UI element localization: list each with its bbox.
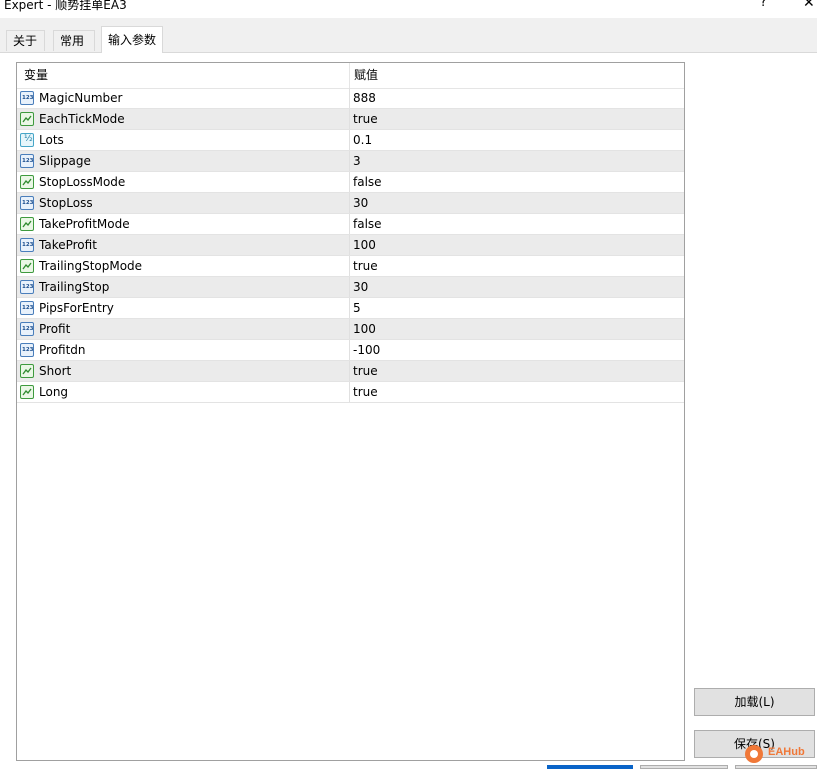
parameter-value[interactable]: -100 xyxy=(353,340,380,360)
load-button[interactable]: 加载(L) xyxy=(694,688,815,716)
parameter-name: TrailingStopMode xyxy=(39,259,143,273)
table-row[interactable]: Profit 100 xyxy=(17,319,684,340)
parameter-value[interactable]: 100 xyxy=(353,319,376,339)
table-row[interactable]: Slippage 3 xyxy=(17,151,684,172)
cell-divider xyxy=(349,193,350,213)
grid-header: 变量 赋值 xyxy=(17,63,684,89)
parameter-value[interactable]: true xyxy=(353,361,378,381)
cell-divider xyxy=(349,214,350,234)
parameter-value[interactable]: 0.1 xyxy=(353,130,372,150)
parameter-name: Profit xyxy=(39,322,71,336)
tab-inputs[interactable]: 输入参数 xyxy=(101,26,163,53)
table-row[interactable]: TrailingStop 30 xyxy=(17,277,684,298)
watermark-text: EAHub xyxy=(768,746,805,758)
cell-divider xyxy=(349,319,350,339)
title-bar: Expert - 顺势挂单EA3 ? ✕ xyxy=(0,0,817,18)
tab-common-label: 常用 xyxy=(60,34,85,48)
cell-divider xyxy=(349,172,350,192)
cancel-button-edge[interactable] xyxy=(640,765,728,769)
parameter-name: Slippage xyxy=(39,154,91,168)
table-row[interactable]: TrailingStopMode true xyxy=(17,256,684,277)
int-icon xyxy=(20,238,34,252)
bool-icon xyxy=(20,217,34,231)
column-header-value[interactable]: 赋值 xyxy=(354,63,378,88)
cell-divider xyxy=(349,88,350,108)
int-icon xyxy=(20,322,34,336)
int-icon xyxy=(20,301,34,315)
table-row[interactable]: Profitdn -100 xyxy=(17,340,684,361)
tab-strip: 关于 常用 输入参数 xyxy=(0,26,817,53)
int-icon xyxy=(20,91,34,105)
bool-icon xyxy=(20,259,34,273)
cell-divider xyxy=(349,382,350,402)
table-row[interactable]: Short true xyxy=(17,361,684,382)
parameter-name: Long xyxy=(39,385,69,399)
tab-inputs-label: 输入参数 xyxy=(108,33,157,47)
cell-divider xyxy=(349,151,350,171)
ok-button-edge[interactable] xyxy=(547,765,633,769)
watermark: EAHub xyxy=(745,744,817,766)
parameter-value[interactable]: false xyxy=(353,172,382,192)
bool-icon xyxy=(20,364,34,378)
column-divider[interactable] xyxy=(349,63,350,88)
cell-divider xyxy=(349,130,350,150)
close-button[interactable]: ✕ xyxy=(803,0,815,11)
table-row[interactable]: Long true xyxy=(17,382,684,403)
parameter-value[interactable]: 5 xyxy=(353,298,361,318)
table-row[interactable]: MagicNumber 888 xyxy=(17,88,684,109)
parameter-name: PipsForEntry xyxy=(39,301,114,315)
table-row[interactable]: StopLossMode false xyxy=(17,172,684,193)
cell-divider xyxy=(349,340,350,360)
int-icon xyxy=(20,196,34,210)
parameter-value[interactable]: 30 xyxy=(353,277,368,297)
parameter-name: Lots xyxy=(39,133,64,147)
int-icon xyxy=(20,154,34,168)
parameter-name: MagicNumber xyxy=(39,91,123,105)
parameter-value[interactable]: 888 xyxy=(353,88,376,108)
cell-divider xyxy=(349,109,350,129)
int-icon xyxy=(20,343,34,357)
parameter-value[interactable]: 30 xyxy=(353,193,368,213)
table-row[interactable]: PipsForEntry 5 xyxy=(17,298,684,319)
tab-common[interactable]: 常用 xyxy=(53,30,95,51)
parameter-name: Short xyxy=(39,364,72,378)
help-button[interactable]: ? xyxy=(760,0,767,10)
parameter-value[interactable]: true xyxy=(353,109,378,129)
cell-divider xyxy=(349,298,350,318)
tab-about[interactable]: 关于 xyxy=(6,30,45,51)
parameter-name: Profitdn xyxy=(39,343,86,357)
double-icon xyxy=(20,133,34,147)
table-row[interactable]: StopLoss 30 xyxy=(17,193,684,214)
column-header-variable[interactable]: 变量 xyxy=(24,63,48,88)
parameter-value[interactable]: true xyxy=(353,382,378,402)
bool-icon xyxy=(20,175,34,189)
window-title: Expert - 顺势挂单EA3 xyxy=(4,0,127,12)
parameter-value[interactable]: 100 xyxy=(353,235,376,255)
parameter-value[interactable]: 3 xyxy=(353,151,361,171)
cell-divider xyxy=(349,277,350,297)
tab-about-label: 关于 xyxy=(13,34,38,48)
cell-divider xyxy=(349,256,350,276)
table-row[interactable]: TakeProfitMode false xyxy=(17,214,684,235)
parameter-value[interactable]: true xyxy=(353,256,378,276)
parameters-grid: 变量 赋值 MagicNumber888EachTickModetrueLots… xyxy=(16,62,685,761)
parameter-name: EachTickMode xyxy=(39,112,125,126)
parameter-name: TakeProfit xyxy=(39,238,97,252)
bool-icon xyxy=(20,112,34,126)
table-row[interactable]: Lots 0.1 xyxy=(17,130,684,151)
int-icon xyxy=(20,280,34,294)
parameter-name: StopLossMode xyxy=(39,175,126,189)
bool-icon xyxy=(20,385,34,399)
table-row[interactable]: EachTickMode true xyxy=(17,109,684,130)
eahub-logo-icon xyxy=(745,745,763,763)
cell-divider xyxy=(349,235,350,255)
table-row[interactable]: TakeProfit 100 xyxy=(17,235,684,256)
parameter-name: StopLoss xyxy=(39,196,93,210)
parameter-value[interactable]: false xyxy=(353,214,382,234)
cell-divider xyxy=(349,361,350,381)
parameter-name: TrailingStop xyxy=(39,280,110,294)
parameter-name: TakeProfitMode xyxy=(39,217,130,231)
